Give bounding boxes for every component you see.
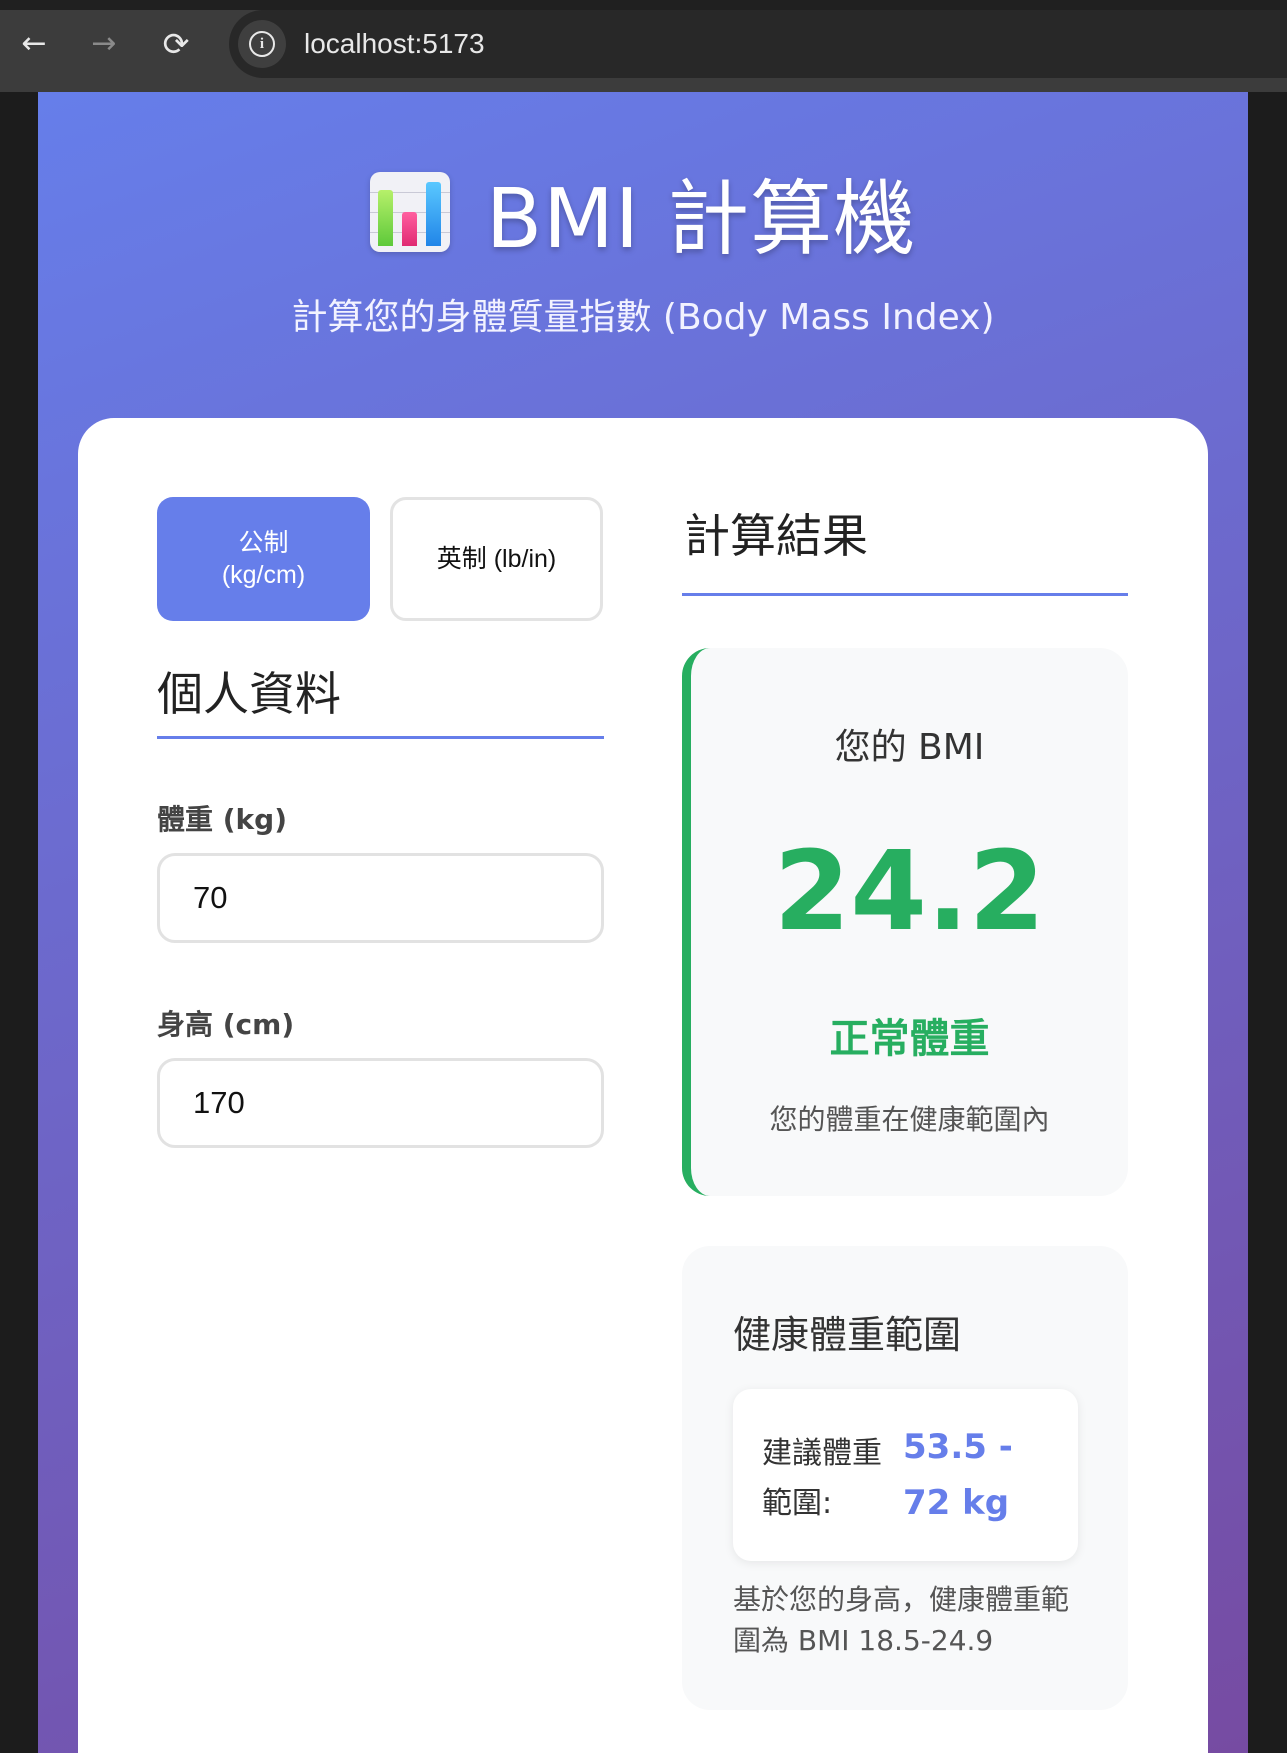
bmi-value: 24.2	[773, 827, 1046, 955]
unit-toggle: 公制 (kg/cm) 英制 (lb/in)	[157, 497, 603, 621]
bmi-result-panel: 您的 BMI 24.2 正常體重 您的體重在健康範圍內	[682, 648, 1128, 1196]
browser-toolbar: ← → ⟳ i localhost:5173	[0, 0, 1287, 92]
calculator-card: 公制 (kg/cm) 英制 (lb/in) 個人資料 體重 (kg) 70 身高…	[78, 418, 1208, 1753]
tab-strip	[0, 0, 1287, 10]
bmi-description: 您的體重在健康範圍內	[769, 1103, 1050, 1136]
healthy-range-panel: 健康體重範圍 建議體重範圍: 53.5 - 72 kg 基於您的身高，健康體重範…	[682, 1246, 1128, 1710]
metric-unit-label: 公制	[238, 529, 289, 557]
height-label: 身高 (cm)	[157, 1008, 295, 1041]
page-title: BMI 計算機	[485, 172, 917, 267]
back-icon[interactable]: ←	[12, 22, 56, 66]
height-input[interactable]: 170	[157, 1058, 604, 1148]
healthy-range-label: 建議體重範圍:	[762, 1436, 882, 1521]
healthy-range-title: 健康體重範圍	[733, 1313, 962, 1357]
bmi-category: 正常體重	[829, 1016, 990, 1062]
height-value: 170	[193, 1085, 245, 1120]
metric-unit-button[interactable]: 公制 (kg/cm)	[157, 497, 370, 621]
healthy-range-card: 建議體重範圍: 53.5 - 72 kg	[733, 1389, 1078, 1561]
page-background: BMI 計算機 計算您的身體質量指數 (Body Mass Index) 公制 …	[38, 92, 1248, 1753]
bar-chart-icon	[369, 171, 450, 252]
healthy-range-value: 53.5 - 72 kg	[903, 1427, 1013, 1523]
results-title: 計算結果	[684, 509, 868, 563]
personal-info-underline	[157, 736, 604, 739]
metric-unit-sublabel: (kg/cm)	[221, 561, 306, 589]
results-underline	[682, 593, 1128, 596]
info-icon: i	[249, 31, 275, 57]
weight-label: 體重 (kg)	[157, 803, 288, 836]
imperial-unit-button[interactable]: 英制 (lb/in)	[390, 497, 603, 621]
reload-icon[interactable]: ⟳	[154, 22, 198, 66]
bmi-label: 您的 BMI	[834, 727, 985, 768]
personal-info-title: 個人資料	[157, 667, 341, 721]
weight-input[interactable]: 70	[157, 853, 604, 943]
site-info-button[interactable]: i	[238, 20, 286, 68]
imperial-unit-label: 英制 (lb/in)	[436, 545, 557, 573]
address-bar[interactable]: i localhost:5173	[229, 10, 1287, 78]
weight-value: 70	[193, 880, 228, 915]
page-subtitle: 計算您的身體質量指數 (Body Mass Index)	[291, 297, 995, 338]
url-text[interactable]: localhost:5173	[304, 28, 485, 60]
header: BMI 計算機	[38, 152, 1248, 271]
healthy-range-note: 基於您的身高，健康體重範圍為 BMI 18.5-24.9	[733, 1583, 1070, 1657]
forward-icon[interactable]: →	[82, 22, 126, 66]
